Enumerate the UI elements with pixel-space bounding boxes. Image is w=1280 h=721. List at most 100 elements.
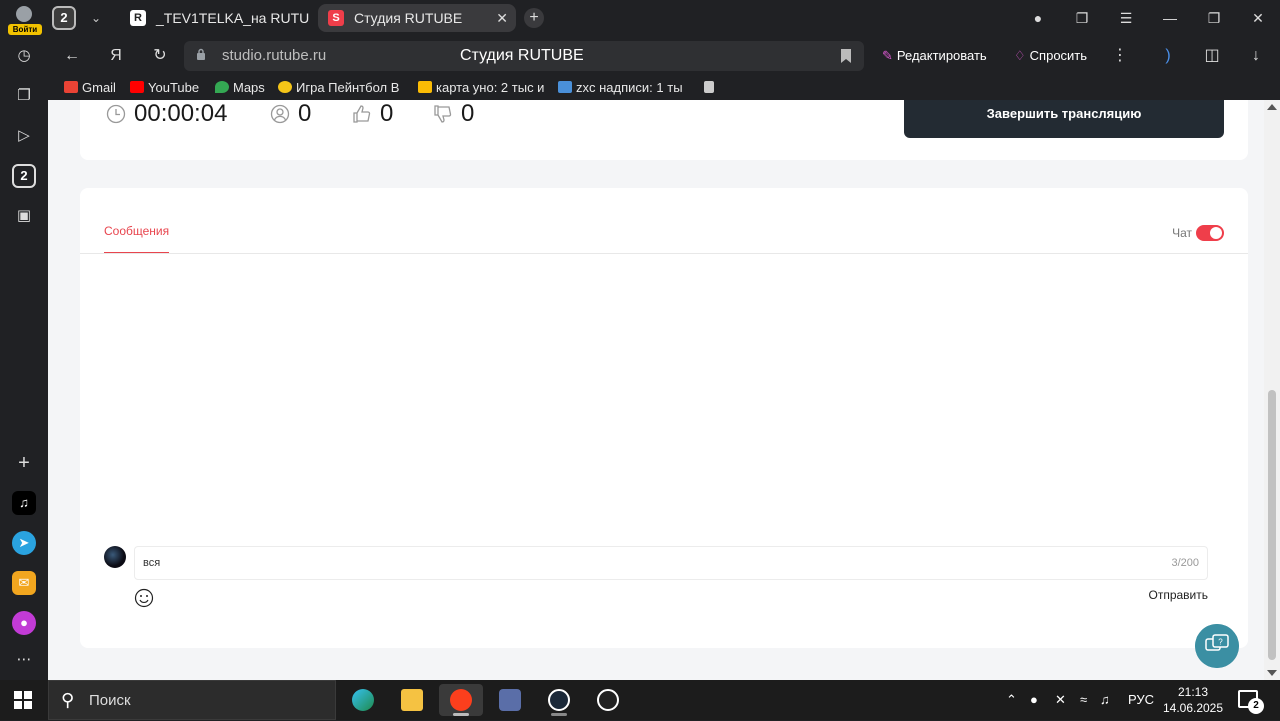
ask-icon: ♢ bbox=[1014, 48, 1026, 63]
chat-card: Сообщения Чат вся 3/200 Отправить bbox=[80, 188, 1248, 648]
minimize-icon[interactable]: — bbox=[1148, 0, 1192, 36]
sidebar-app-2[interactable]: 2 bbox=[12, 164, 36, 188]
close-window-icon[interactable]: ✕ bbox=[1236, 0, 1280, 36]
network-off-icon[interactable]: ✕ bbox=[1055, 680, 1066, 720]
dislikes-count: 0 bbox=[433, 100, 474, 128]
account-icon[interactable]: ● bbox=[1016, 0, 1060, 36]
likes-value: 0 bbox=[380, 100, 394, 127]
collections-icon[interactable]: ❐ bbox=[1060, 0, 1104, 36]
collections-icon[interactable]: ❐ bbox=[12, 84, 36, 108]
tab-messages[interactable]: Сообщения bbox=[104, 224, 170, 254]
file-explorer-icon[interactable] bbox=[390, 684, 434, 716]
language-indicator[interactable]: РУС bbox=[1128, 680, 1154, 720]
show-hidden-icons[interactable]: ⌃ bbox=[1006, 680, 1017, 720]
bookmark-maps[interactable]: Maps bbox=[215, 79, 265, 97]
puzzle-icon bbox=[418, 81, 432, 93]
history-icon[interactable]: ◷ bbox=[12, 44, 36, 68]
thumbs-up-icon bbox=[353, 105, 371, 123]
tab-title: _TEV1TELKA_на RUTUBE bbox=[156, 10, 310, 26]
url-field[interactable]: studio.rutube.ru Студия RUTUBE bbox=[184, 41, 864, 71]
system-clock[interactable]: 21:13 14.06.2025 bbox=[1160, 684, 1226, 716]
url-text: studio.rutube.ru bbox=[222, 47, 327, 64]
obs-icon[interactable] bbox=[586, 684, 630, 716]
back-icon[interactable]: ← bbox=[60, 44, 84, 68]
screenshot-icon[interactable]: ▣ bbox=[12, 204, 36, 228]
voice-assistant-icon[interactable]: ) bbox=[1156, 44, 1180, 68]
window-controls: ● ❐ ☰ — ❐ ✕ bbox=[1016, 0, 1280, 36]
profile-button[interactable]: Войти bbox=[8, 4, 42, 35]
tab-title: Студия RUTUBE bbox=[354, 10, 463, 26]
video-play-icon[interactable]: ▷ bbox=[12, 124, 36, 148]
scroll-up-icon[interactable] bbox=[1267, 104, 1277, 110]
message-input[interactable]: вся 3/200 bbox=[134, 546, 1208, 580]
alice-icon[interactable]: ● bbox=[12, 611, 36, 635]
add-app-icon[interactable]: + bbox=[12, 451, 36, 475]
bookmark-paintball[interactable]: Игра Пейнтбол В bbox=[278, 79, 404, 97]
yandex-icon[interactable]: Я bbox=[104, 44, 128, 68]
bookmarks-bar: Gmail YouTube Maps Игра Пейнтбол В карта… bbox=[48, 76, 1280, 100]
search-placeholder: Поиск bbox=[89, 692, 131, 709]
bookmark-label: Gmail bbox=[82, 80, 116, 95]
reload-icon[interactable]: ↻ bbox=[148, 44, 172, 68]
close-tab-icon[interactable]: ✕ bbox=[496, 4, 508, 32]
bookmark-youtube[interactable]: YouTube bbox=[130, 79, 199, 97]
edit-button[interactable]: ✎ Редактировать bbox=[882, 45, 987, 67]
clock-icon bbox=[106, 104, 126, 124]
browser-titlebar: Войти 2 ⌄ R _TEV1TELKA_на RUTUBE S Студи… bbox=[0, 0, 1280, 36]
chat-toggle-label: Чат bbox=[1172, 226, 1192, 240]
bookmark-label: Игра Пейнтбол В bbox=[296, 80, 400, 95]
game-app-icon[interactable] bbox=[488, 684, 532, 716]
bookmark-document[interactable] bbox=[704, 79, 718, 97]
extensions-icon[interactable]: ◫ bbox=[1200, 44, 1224, 68]
bookmark-gmail[interactable]: Gmail bbox=[64, 79, 116, 97]
chat-toggle[interactable] bbox=[1196, 225, 1224, 241]
volume-icon[interactable]: ♫ bbox=[1100, 680, 1110, 720]
tab-rutube-studio[interactable]: S Студия RUTUBE ✕ bbox=[318, 4, 516, 32]
restore-icon[interactable]: ❐ bbox=[1192, 0, 1236, 36]
document-icon bbox=[704, 81, 714, 93]
support-chat-button[interactable]: ? bbox=[1195, 624, 1239, 668]
mail-icon[interactable]: ✉ bbox=[12, 571, 36, 595]
bookmark-icon[interactable] bbox=[840, 48, 852, 64]
scroll-down-icon[interactable] bbox=[1267, 670, 1277, 676]
viewers-count: 0 bbox=[270, 100, 311, 128]
zxc-icon bbox=[558, 81, 572, 93]
chat-divider bbox=[80, 253, 1248, 254]
windows-taskbar: ⚲ Поиск ⌃ ● ✕ ≈ ♫ РУС 21:13 14.06.2025 2 bbox=[0, 680, 1280, 720]
taskbar-search[interactable]: ⚲ Поиск bbox=[48, 680, 336, 720]
bookmark-uno-map[interactable]: карта уно: 2 тыс и bbox=[418, 79, 546, 97]
ask-button[interactable]: ♢ Спросить bbox=[1014, 45, 1087, 67]
new-tab-button[interactable]: + bbox=[524, 8, 544, 28]
studio-favicon-icon: S bbox=[328, 10, 344, 26]
scrollbar-thumb[interactable] bbox=[1268, 390, 1276, 660]
rutube-favicon-icon: R bbox=[130, 10, 146, 26]
tiktok-icon[interactable]: ♫ bbox=[12, 491, 36, 515]
avatar bbox=[104, 546, 126, 568]
stream-stats-card: 00:00:04 0 0 0 Завершить трансляцию bbox=[80, 100, 1248, 160]
emoji-icon[interactable] bbox=[134, 588, 154, 608]
steam-icon[interactable] bbox=[537, 684, 581, 716]
telegram-icon[interactable]: ➤ bbox=[12, 531, 36, 555]
edge-icon[interactable] bbox=[341, 684, 385, 716]
edit-label: Редактировать bbox=[896, 48, 987, 63]
bookmark-zxc[interactable]: zxc надписи: 1 ты bbox=[558, 79, 686, 97]
likes-count: 0 bbox=[352, 100, 393, 128]
chevron-down-icon[interactable]: ⌄ bbox=[86, 8, 106, 28]
more-icon[interactable]: ⋯ bbox=[12, 648, 36, 672]
tab-count-button[interactable]: 2 bbox=[52, 6, 76, 30]
menu-icon[interactable]: ☰ bbox=[1104, 0, 1148, 36]
microphone-icon[interactable]: ● bbox=[1030, 680, 1038, 720]
login-badge: Войти bbox=[8, 24, 42, 35]
end-stream-button[interactable]: Завершить трансляцию bbox=[904, 100, 1224, 138]
page-scrollbar[interactable] bbox=[1264, 100, 1280, 680]
studio-page: 00:00:04 0 0 0 Завершить трансляцию Сооб… bbox=[48, 100, 1264, 680]
windows-start-icon[interactable] bbox=[14, 691, 32, 709]
more-vertical-icon[interactable]: ⋮ bbox=[1108, 44, 1132, 68]
wifi-icon[interactable]: ≈ bbox=[1080, 680, 1087, 720]
bookmark-label: YouTube bbox=[148, 80, 200, 95]
tab-rutube-channel[interactable]: R _TEV1TELKA_на RUTUBE bbox=[120, 4, 310, 32]
clock-time: 21:13 bbox=[1177, 685, 1209, 699]
send-button[interactable]: Отправить bbox=[1148, 588, 1208, 602]
download-icon[interactable]: ↓ bbox=[1244, 44, 1268, 68]
yandex-browser-icon[interactable] bbox=[439, 684, 483, 716]
